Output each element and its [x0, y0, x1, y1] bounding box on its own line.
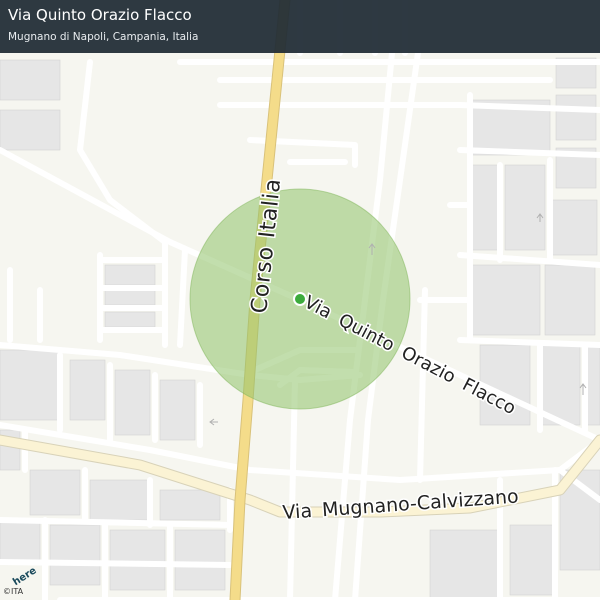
location-title: Via Quinto Orazio Flacco — [8, 6, 192, 24]
logo-text: here — [11, 566, 39, 586]
map-canvas[interactable]: Corso Italia Via Quinto Orazio Flacco Vi… — [0, 0, 600, 600]
location-header: Via Quinto Orazio Flacco Mugnano di Napo… — [0, 0, 600, 53]
here-logo: here — [11, 566, 39, 586]
location-subtitle: Mugnano di Napoli, Campania, Italia — [8, 31, 199, 43]
copyright-text: ©ITA — [3, 587, 24, 596]
